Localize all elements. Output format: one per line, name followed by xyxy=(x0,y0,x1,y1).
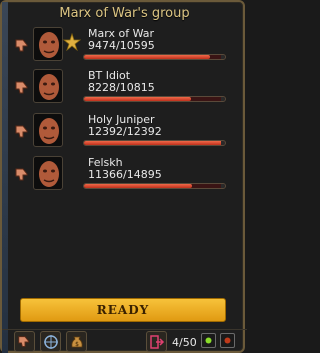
thumbs-down-button[interactable] xyxy=(14,331,35,352)
health-bar xyxy=(83,96,226,102)
health-bar-end xyxy=(221,55,225,59)
status-toggle-red[interactable] xyxy=(220,333,235,348)
avatar[interactable] xyxy=(33,69,63,103)
health-bar-end xyxy=(221,141,225,145)
target-button[interactable] xyxy=(40,331,61,352)
member-row[interactable]: Felskh 11366/14895 xyxy=(14,156,234,200)
health-bar xyxy=(83,140,226,146)
avatar[interactable] xyxy=(33,27,63,61)
member-row[interactable]: Holy Juniper 12392/12392 xyxy=(14,113,234,157)
group-footer: $ 4/50 xyxy=(2,329,247,353)
thumbs-down-icon[interactable] xyxy=(14,79,32,97)
group-count: 4/50 xyxy=(172,336,197,349)
thumbs-down-icon[interactable] xyxy=(14,37,32,55)
money-bag-icon: $ xyxy=(70,336,83,348)
member-row[interactable]: Marx of War 9474/10595 xyxy=(14,27,234,71)
star-icon xyxy=(63,33,81,51)
leave-group-icon xyxy=(149,334,164,349)
health-bar-fill xyxy=(84,55,211,59)
panel-left-edge xyxy=(2,2,8,353)
member-hp: 12392/12392 xyxy=(88,125,162,138)
red-dot-icon xyxy=(224,337,231,344)
group-panel: Marx of War's group Marx of War 9474/105… xyxy=(0,0,247,353)
leave-group-button[interactable] xyxy=(146,331,167,352)
group-title: Marx of War's group xyxy=(59,6,190,21)
thumbs-down-icon[interactable] xyxy=(14,123,32,141)
member-hp: 8228/10815 xyxy=(88,81,155,94)
green-dot-icon xyxy=(205,337,212,344)
health-bar-end xyxy=(221,184,225,188)
member-hp: 9474/10595 xyxy=(88,39,155,52)
thumbs-down-icon xyxy=(17,335,29,347)
health-bar-end xyxy=(221,97,225,101)
health-bar xyxy=(83,183,226,189)
thumbs-down-icon[interactable] xyxy=(14,166,32,184)
member-hp: 11366/14895 xyxy=(88,168,162,181)
status-toggle-green[interactable] xyxy=(201,333,216,348)
ready-button[interactable]: READY xyxy=(20,298,226,322)
loot-button[interactable]: $ xyxy=(66,331,87,352)
health-bar-fill xyxy=(84,97,192,101)
svg-text:$: $ xyxy=(75,341,79,348)
member-row[interactable]: BT Idiot 8228/10815 xyxy=(14,69,234,113)
avatar[interactable] xyxy=(33,113,63,147)
health-bar-fill xyxy=(84,141,225,145)
health-bar xyxy=(83,54,226,60)
health-bar-fill xyxy=(84,184,192,188)
target-icon xyxy=(43,334,58,349)
avatar[interactable] xyxy=(33,156,63,190)
